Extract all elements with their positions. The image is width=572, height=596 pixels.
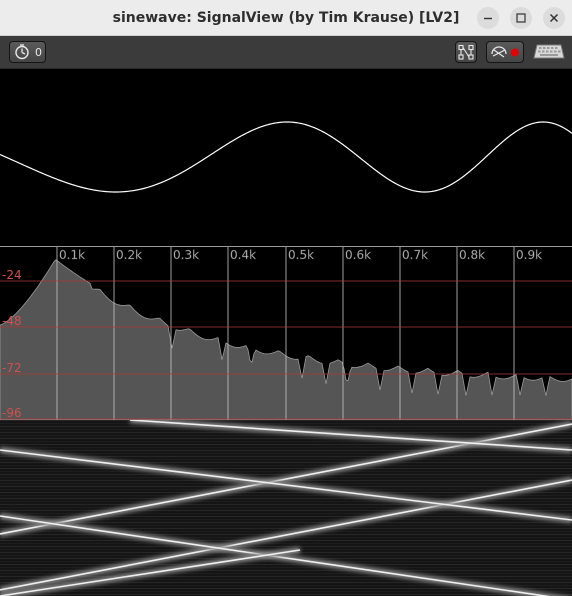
frequency-label: 0.3k bbox=[173, 248, 199, 262]
maximize-icon bbox=[516, 13, 526, 23]
waveform-plot bbox=[0, 121, 572, 193]
waveform-view bbox=[0, 69, 572, 246]
frequency-label: 0.2k bbox=[116, 248, 142, 262]
spectrogram-view bbox=[0, 420, 572, 596]
spectrogram-plot bbox=[0, 420, 572, 596]
level-label: -24 bbox=[2, 268, 22, 282]
close-button[interactable] bbox=[543, 7, 565, 29]
level-label: -72 bbox=[2, 361, 22, 375]
close-icon bbox=[549, 13, 559, 23]
frequency-label: 0.4k bbox=[230, 248, 256, 262]
frequency-label: 0.8k bbox=[459, 248, 485, 262]
level-label: -48 bbox=[2, 314, 22, 328]
level-label: -96 bbox=[2, 406, 22, 420]
frequency-label: 0.7k bbox=[402, 248, 428, 262]
waveform-trace bbox=[0, 121, 572, 193]
route-button[interactable] bbox=[455, 41, 477, 63]
frequency-label: 0.6k bbox=[345, 248, 371, 262]
minimize-button[interactable] bbox=[477, 7, 499, 29]
title-bar: sinewave: SignalView (by Tim Krause) [LV… bbox=[0, 0, 572, 36]
frequency-label: 0.1k bbox=[59, 248, 85, 262]
record-icon bbox=[491, 46, 519, 58]
timer-button[interactable]: 0 bbox=[9, 41, 46, 63]
spectrum-plot: 0.1k 0.2k 0.3k 0.4k 0.5k 0.6k 0.7k 0.8k 0.9k -24… bbox=[0, 247, 572, 420]
timer-icon bbox=[15, 44, 29, 60]
keyboard-button[interactable] bbox=[533, 42, 565, 62]
route-icon bbox=[458, 44, 474, 60]
spectrum-view: 0.1k 0.2k 0.3k 0.4k 0.5k 0.6k 0.7k 0.8k 0.9k -24… bbox=[0, 246, 572, 420]
frequency-label: 0.9k bbox=[516, 248, 542, 262]
counter-value: 0 bbox=[35, 46, 42, 59]
toolbar: 0 bbox=[0, 36, 572, 69]
record-button[interactable] bbox=[486, 41, 524, 63]
keyboard-icon bbox=[533, 44, 565, 59]
frequency-label: 0.5k bbox=[288, 248, 314, 262]
maximize-button[interactable] bbox=[510, 7, 532, 29]
minimize-icon bbox=[484, 17, 492, 20]
